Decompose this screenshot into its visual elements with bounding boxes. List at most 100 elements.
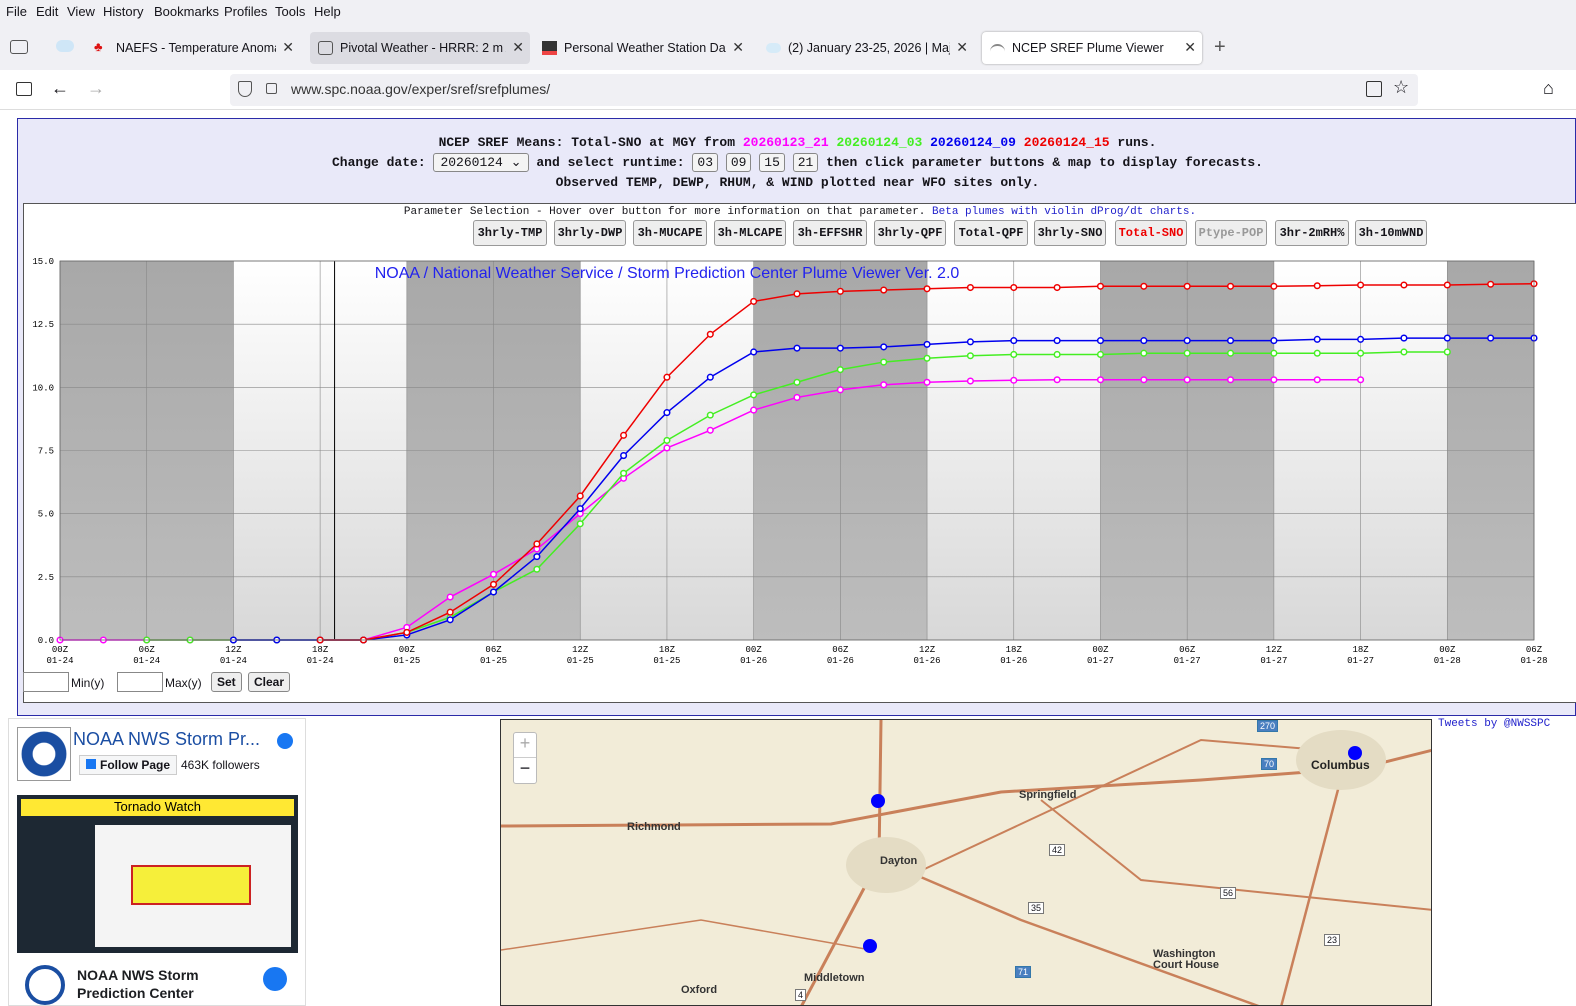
data-point[interactable]: [1313, 349, 1321, 357]
data-point[interactable]: [706, 411, 714, 419]
data-point[interactable]: [663, 436, 671, 444]
data-point[interactable]: [489, 580, 498, 588]
url-text[interactable]: www.spc.noaa.gov/exper/sref/srefplumes/: [291, 81, 550, 97]
param-button-3h-10mwnd[interactable]: 3h-10mWND: [1355, 220, 1427, 246]
data-point[interactable]: [966, 377, 974, 385]
data-point[interactable]: [836, 287, 844, 295]
data-point[interactable]: [1270, 282, 1278, 290]
data-point[interactable]: [1183, 337, 1191, 345]
data-point[interactable]: [1313, 376, 1321, 384]
tab-pivotal[interactable]: Pivotal Weather - HRRR: 2 m A ✕: [310, 32, 530, 64]
data-point[interactable]: [1357, 376, 1365, 384]
station-marker[interactable]: [871, 794, 885, 808]
data-point[interactable]: [663, 373, 671, 381]
data-point[interactable]: [1400, 334, 1408, 342]
new-tab-icon[interactable]: +: [1214, 36, 1226, 59]
runtime-button[interactable]: 15: [759, 153, 785, 172]
close-icon[interactable]: ✕: [956, 39, 968, 56]
data-point[interactable]: [1140, 349, 1148, 357]
runtime-button[interactable]: 03: [692, 153, 719, 172]
param-button-3hrly-dwp[interactable]: 3hrly-DWP: [554, 220, 626, 246]
data-point[interactable]: [533, 553, 541, 561]
clear-button[interactable]: Clear: [248, 672, 291, 692]
data-point[interactable]: [1357, 281, 1365, 289]
shield-icon[interactable]: [238, 81, 252, 97]
tab-overview-icon[interactable]: [10, 40, 28, 54]
data-point[interactable]: [1183, 376, 1191, 384]
page-name[interactable]: NOAA NWS Storm Pr...: [73, 729, 260, 750]
data-point[interactable]: [706, 330, 714, 338]
violin-plumes-link[interactable]: Beta plumes with violin dProg/dt charts.: [932, 206, 1196, 218]
data-point[interactable]: [923, 354, 931, 362]
param-button-total-sno[interactable]: Total-SNO: [1115, 220, 1187, 246]
menu-help[interactable]: Help: [314, 4, 341, 19]
download-icon[interactable]: [1366, 81, 1382, 97]
weather-cloud-icon[interactable]: [56, 40, 74, 52]
data-point[interactable]: [1183, 349, 1191, 357]
data-point[interactable]: [1053, 337, 1061, 345]
zoom-in-button[interactable]: +: [514, 733, 536, 758]
data-point[interactable]: [750, 348, 758, 356]
close-icon[interactable]: ✕: [1184, 39, 1196, 56]
param-button-ptype-pop[interactable]: Ptype-POP: [1195, 220, 1267, 246]
menu-history[interactable]: History: [103, 4, 143, 19]
close-icon[interactable]: ✕: [512, 39, 524, 56]
menu-view[interactable]: View: [67, 4, 95, 19]
tab-sref-plume[interactable]: NCEP SREF Plume Viewer ✕: [982, 32, 1202, 64]
tab-naefs[interactable]: ♣ NAEFS - Temperature Anomaly ✕: [86, 32, 300, 64]
data-point[interactable]: [620, 431, 628, 439]
data-point[interactable]: [1357, 335, 1365, 343]
station-marker[interactable]: [1348, 746, 1362, 760]
data-point[interactable]: [1226, 349, 1235, 357]
data-point[interactable]: [923, 340, 931, 348]
data-point[interactable]: [880, 358, 888, 366]
data-point[interactable]: [446, 616, 454, 624]
data-point[interactable]: [1183, 282, 1191, 290]
data-point[interactable]: [706, 373, 714, 381]
zoom-out-button[interactable]: −: [514, 758, 536, 783]
max-y-input[interactable]: [117, 672, 163, 692]
data-point[interactable]: [1010, 376, 1018, 384]
data-point[interactable]: [1487, 334, 1495, 342]
data-point[interactable]: [1226, 337, 1235, 345]
data-point[interactable]: [1357, 349, 1365, 357]
tweets-link[interactable]: Tweets by @NWSSPC: [1438, 718, 1550, 730]
home-icon[interactable]: ⌂: [1543, 78, 1554, 99]
data-point[interactable]: [1270, 376, 1278, 384]
param-button-3hrly-qpf[interactable]: 3hrly-QPF: [874, 220, 946, 246]
menu-edit[interactable]: Edit: [36, 4, 58, 19]
data-point[interactable]: [1313, 282, 1321, 290]
runtime-button[interactable]: 21: [792, 153, 819, 172]
facebook-icon[interactable]: [263, 967, 287, 991]
data-point[interactable]: [533, 540, 541, 548]
data-point[interactable]: [1053, 283, 1061, 292]
data-point[interactable]: [1096, 282, 1105, 290]
data-point[interactable]: [403, 628, 411, 636]
data-point[interactable]: [1010, 350, 1018, 359]
data-point[interactable]: [793, 290, 801, 298]
data-point[interactable]: [620, 452, 628, 460]
data-point[interactable]: [663, 409, 671, 417]
data-point[interactable]: [1443, 334, 1451, 342]
data-point[interactable]: [1010, 283, 1018, 292]
data-point[interactable]: [1400, 281, 1408, 289]
tab-january[interactable]: (2) January 23-25, 2026 | Major ✕: [758, 32, 974, 64]
tab-pws[interactable]: Personal Weather Station Dashb ✕: [534, 32, 750, 64]
data-point[interactable]: [923, 378, 931, 386]
param-button-3hr-2mrh-[interactable]: 3hr-2mRH%: [1275, 220, 1349, 246]
data-point[interactable]: [793, 344, 801, 352]
data-point[interactable]: [1443, 348, 1451, 356]
data-point[interactable]: [793, 378, 801, 386]
data-point[interactable]: [1053, 376, 1061, 384]
param-button-3hrly-tmp[interactable]: 3hrly-TMP: [473, 220, 547, 246]
data-point[interactable]: [576, 492, 584, 500]
data-point[interactable]: [1053, 350, 1061, 359]
data-point[interactable]: [880, 343, 888, 351]
data-point[interactable]: [836, 366, 844, 374]
data-point[interactable]: [576, 505, 584, 513]
sidebar-toggle-icon[interactable]: [16, 82, 32, 96]
data-point[interactable]: [533, 565, 541, 573]
lock-icon[interactable]: [266, 83, 277, 94]
bookmark-star-icon[interactable]: ☆: [1393, 77, 1409, 98]
forward-icon[interactable]: →: [87, 78, 105, 99]
